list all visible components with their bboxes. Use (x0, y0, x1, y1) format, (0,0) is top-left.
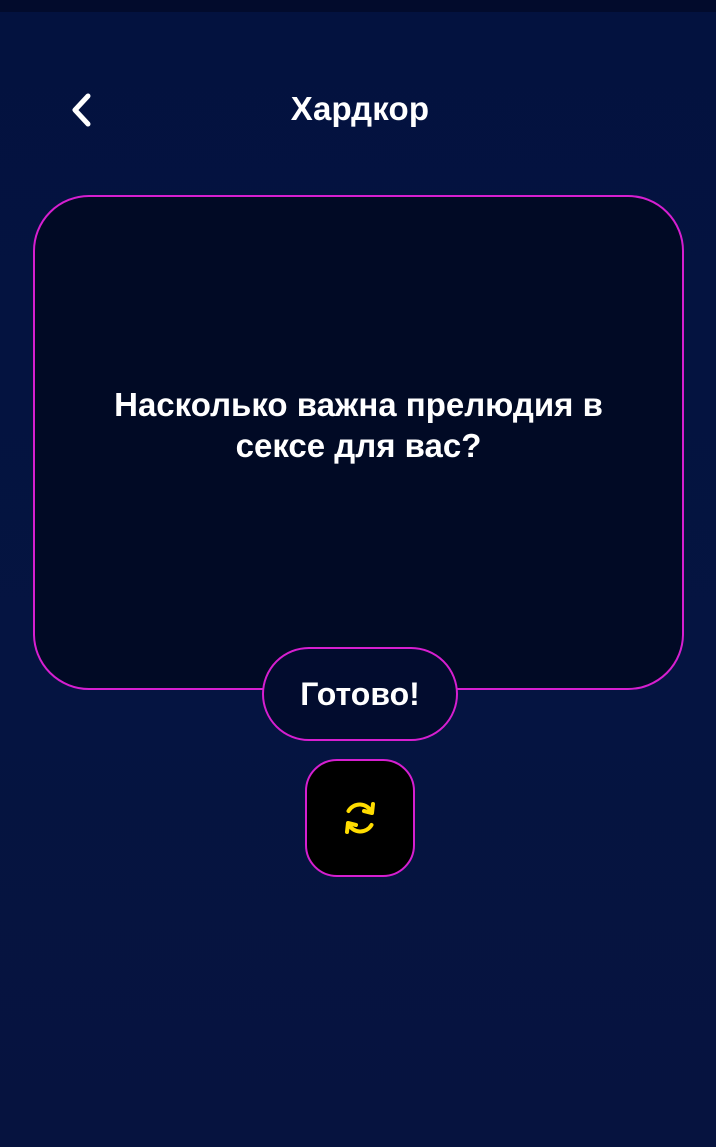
question-card: Насколько важна прелюдия в сексе для вас… (33, 195, 684, 690)
page-title: Хардкор (290, 90, 430, 127)
question-text: Насколько важна прелюдия в сексе для вас… (114, 386, 603, 464)
status-bar (0, 0, 716, 12)
refresh-icon (345, 802, 375, 834)
done-button[interactable]: Готово! (262, 647, 458, 741)
refresh-button[interactable] (305, 759, 415, 877)
app-screen: Хардкор Насколько важна прелюдия в сексе… (0, 0, 716, 1147)
